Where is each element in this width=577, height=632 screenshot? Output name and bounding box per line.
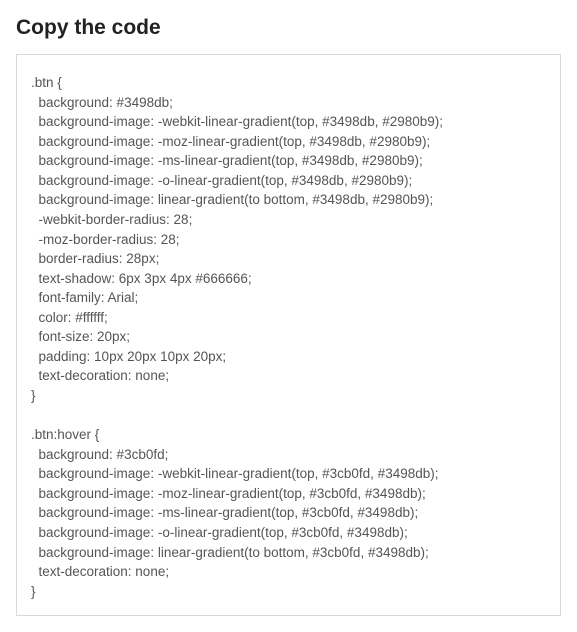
css-code-block[interactable]: .btn { background: #3498db; background-i… — [16, 54, 561, 616]
section-heading: Copy the code — [16, 16, 561, 40]
